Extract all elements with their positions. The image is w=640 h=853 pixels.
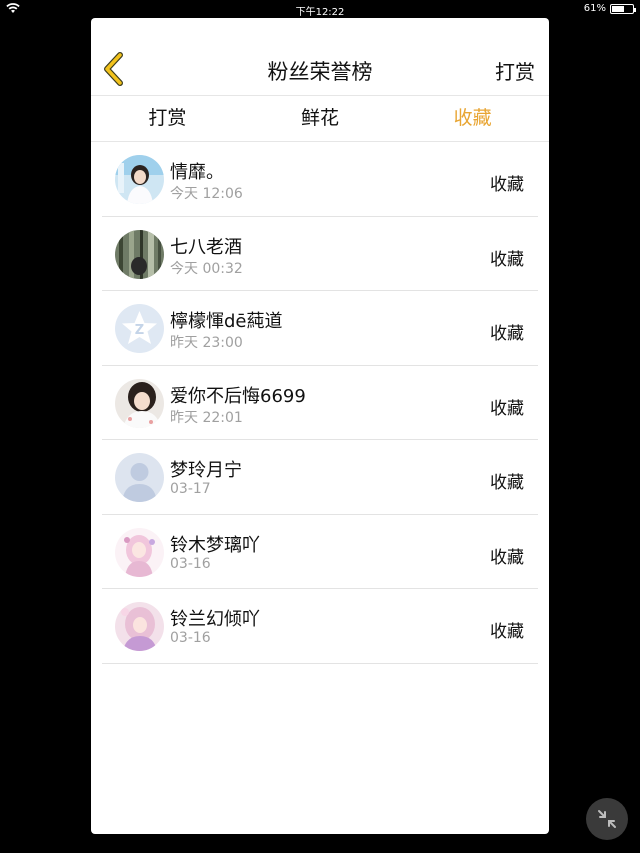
list-item[interactable]: 七八老酒 今天 00:32 收藏 xyxy=(102,217,538,291)
avatar[interactable] xyxy=(115,155,164,204)
list-item[interactable]: Z 檸檬惲dē蒓道 昨天 23:00 收藏 xyxy=(102,291,538,366)
fan-name: 爱你不后悔6699 xyxy=(170,385,306,407)
list-item[interactable]: 梦玲月宁 03-17 收藏 xyxy=(102,440,538,515)
list-item[interactable]: 铃木梦璃吖 03-16 收藏 xyxy=(102,515,538,589)
fan-time: 昨天 23:00 xyxy=(170,335,243,351)
avatar[interactable] xyxy=(115,378,164,428)
favorite-label: 收藏 xyxy=(490,622,524,642)
fan-time: 今天 12:06 xyxy=(170,186,243,202)
avatar[interactable] xyxy=(115,453,164,502)
fan-name: 檸檬惲dē蒓道 xyxy=(170,311,283,332)
favorite-label: 收藏 xyxy=(490,175,524,195)
avatar[interactable] xyxy=(115,527,164,577)
minimize-arrows-icon xyxy=(598,810,616,828)
minimize-button[interactable] xyxy=(586,798,628,840)
favorite-label: 收藏 xyxy=(490,249,524,270)
favorite-label: 收藏 xyxy=(490,398,524,419)
fan-time: 今天 00:32 xyxy=(170,260,243,277)
list-item[interactable]: 铃兰幻倾吖 03-16 收藏 xyxy=(102,589,538,664)
list-item[interactable]: 情靡。 今天 12:06 收藏 xyxy=(102,142,538,217)
fan-name: 铃木梦璃吖 xyxy=(170,534,260,556)
svg-text:Z: Z xyxy=(135,323,144,338)
fan-honor-panel: 粉丝荣誉榜 打赏 打赏 鲜花 收藏 情靡。 今天 12:06 收藏 七八老酒 今… xyxy=(91,18,549,834)
fan-time: 昨天 22:01 xyxy=(170,409,243,426)
fan-name: 情靡。 xyxy=(170,162,224,183)
tab-favorites[interactable]: 收藏 xyxy=(396,96,549,141)
header: 粉丝荣誉榜 打赏 xyxy=(91,18,549,96)
fan-time: 03-17 xyxy=(170,481,211,497)
fan-time: 03-16 xyxy=(170,555,211,572)
avatar[interactable] xyxy=(115,602,164,651)
page-title: 粉丝荣誉榜 xyxy=(267,60,373,84)
status-time: 下午12:22 xyxy=(295,7,345,18)
favorite-label: 收藏 xyxy=(490,324,524,344)
tab-bar: 打赏 鲜花 收藏 xyxy=(91,96,549,142)
battery-percent: 61% xyxy=(583,3,606,14)
avatar[interactable]: Z xyxy=(115,304,164,353)
battery-level xyxy=(612,5,625,12)
avatar[interactable] xyxy=(115,229,164,279)
battery-icon xyxy=(610,3,636,14)
fan-time: 03-16 xyxy=(170,630,211,646)
fan-name: 七八老酒 xyxy=(170,236,242,258)
fan-name: 梦玲月宁 xyxy=(170,460,242,481)
tab-reward[interactable]: 打赏 xyxy=(91,96,244,141)
status-bar: 下午12:22 61% xyxy=(0,0,640,18)
list-item[interactable]: 爱你不后悔6699 昨天 22:01 收藏 xyxy=(102,366,538,440)
reward-button[interactable]: 打赏 xyxy=(495,56,535,85)
tab-flowers[interactable]: 鲜花 xyxy=(244,96,397,141)
fan-list: 情靡。 今天 12:06 收藏 七八老酒 今天 00:32 收藏 Z 檸檬惲dē… xyxy=(102,142,538,664)
favorite-label: 收藏 xyxy=(490,473,524,493)
fan-name: 铃兰幻倾吖 xyxy=(170,609,260,630)
favorite-label: 收藏 xyxy=(490,547,524,568)
